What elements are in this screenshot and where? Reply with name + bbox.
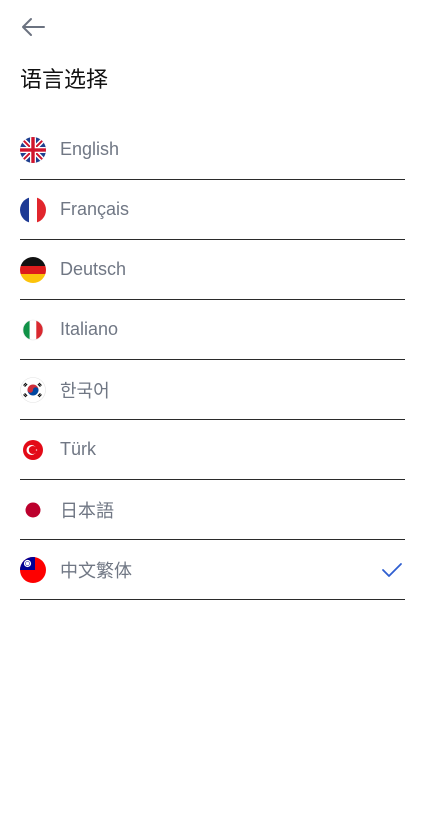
language-label: 日本語	[60, 500, 114, 521]
korea-flag-icon	[20, 376, 46, 403]
language-label: Deutsch	[60, 259, 127, 279]
language-label: English	[60, 139, 120, 159]
back-button[interactable]	[16, 12, 50, 42]
language-label: Français	[60, 199, 130, 219]
language-item-japanese[interactable]: 日本語	[20, 480, 405, 540]
language-list: English Français Deutsch Italiano 한국어 Tü…	[20, 120, 405, 600]
language-item-french[interactable]: Français	[20, 180, 405, 240]
arrow-left-icon	[22, 18, 45, 36]
language-item-german[interactable]: Deutsch	[20, 240, 405, 300]
page-title: 语言选择	[20, 68, 109, 93]
checkmark-icon	[382, 562, 402, 577]
japan-flag-icon	[21, 497, 45, 522]
language-item-italian[interactable]: Italiano	[20, 300, 405, 360]
language-label: Türk	[60, 439, 96, 459]
language-label: Italiano	[60, 319, 119, 339]
language-label: 한국어	[60, 380, 110, 401]
germany-flag-icon	[20, 256, 46, 283]
france-flag-icon	[20, 196, 46, 223]
turkey-flag-icon	[23, 439, 43, 460]
language-item-english[interactable]: English	[20, 120, 405, 180]
language-label: 中文繁体	[60, 560, 132, 581]
language-item-korean[interactable]: 한국어	[20, 360, 405, 420]
uk-flag-icon	[20, 136, 46, 163]
taiwan-flag-icon	[20, 556, 46, 583]
language-item-turkish[interactable]: Türk	[20, 420, 405, 480]
language-item-chinese-traditional[interactable]: 中文繁体	[20, 540, 405, 600]
italy-flag-icon	[22, 319, 44, 340]
